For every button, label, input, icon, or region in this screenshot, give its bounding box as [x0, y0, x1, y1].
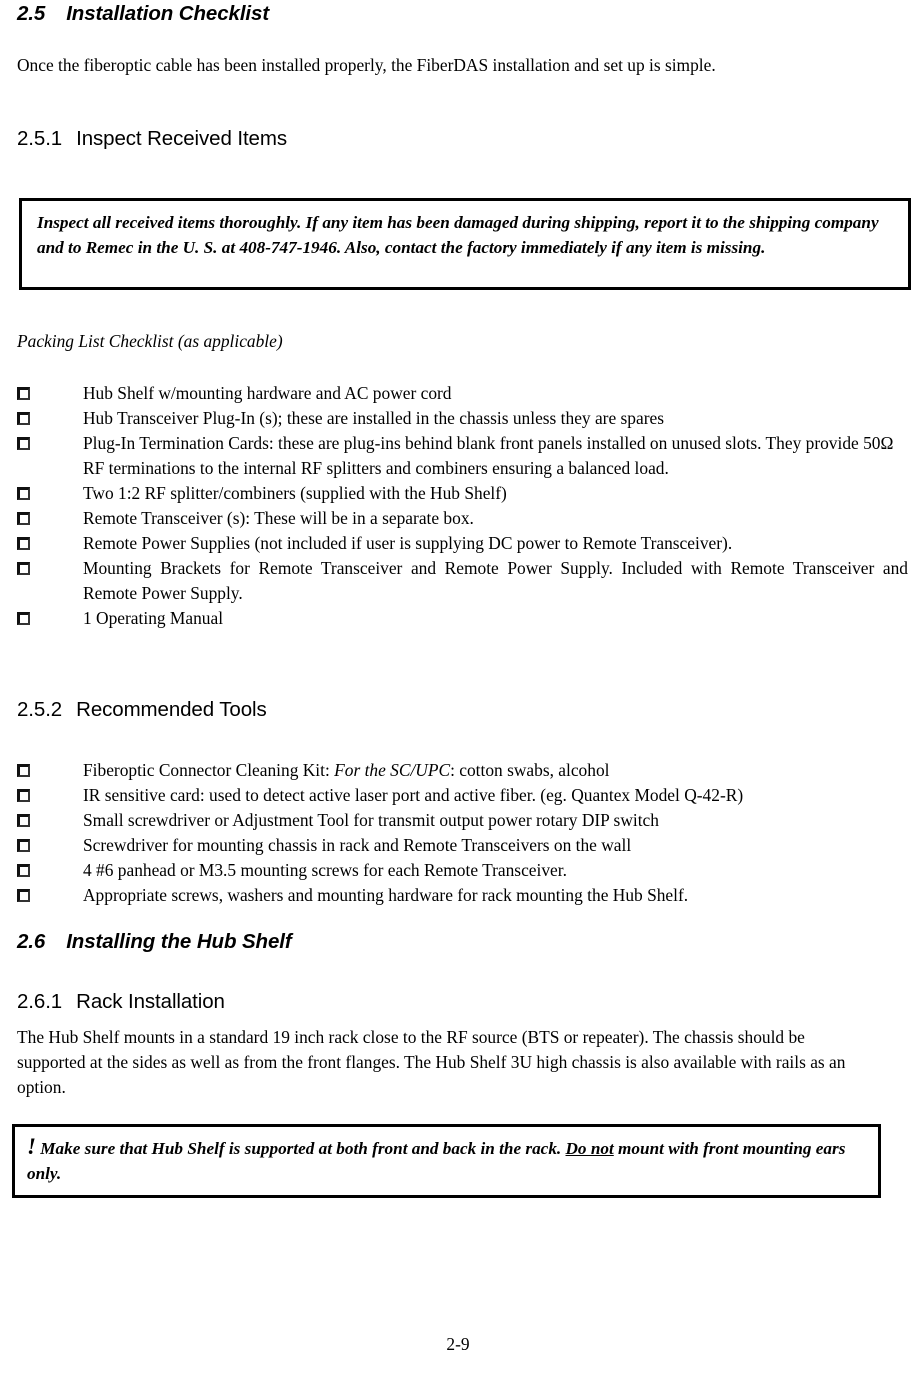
- tool-prefix: Fiberoptic Connector Cleaning Kit:: [83, 760, 335, 780]
- list-item-label: Small screwdriver or Adjustment Tool for…: [83, 810, 659, 830]
- checkbox-icon[interactable]: [17, 758, 34, 783]
- recommended-tools-checklist: Fiberoptic Connector Cleaning Kit: For t…: [17, 758, 908, 908]
- heading-2-6-1-number: 2.6.1: [17, 990, 63, 1013]
- list-item-label: 4 #6 panhead or M3.5 mounting screws for…: [83, 860, 567, 880]
- checkbox-icon[interactable]: [17, 606, 34, 631]
- heading-2-6-1: 2.6.1 Rack Installation: [17, 990, 225, 1014]
- rack-warning-box: ! Make sure that Hub Shelf is supported …: [12, 1124, 881, 1198]
- rack-warning-text: ! Make sure that Hub Shelf is supported …: [27, 1134, 863, 1186]
- checkbox-icon[interactable]: [17, 481, 34, 506]
- rack-warning-emphasis: Do not: [565, 1139, 614, 1158]
- checkbox-icon[interactable]: [17, 783, 34, 808]
- heading-2-5-2: 2.5.2 Recommended Tools: [17, 698, 267, 722]
- list-item-label: 1 Operating Manual: [83, 608, 224, 628]
- inspect-notice-text: Inspect all received items thoroughly. I…: [37, 213, 879, 257]
- list-item-label: Mounting Brackets for Remote Transceiver…: [83, 558, 908, 603]
- checkbox-icon[interactable]: [17, 808, 34, 833]
- list-item-label: Remote Power Supplies (not included if u…: [83, 533, 733, 553]
- list-item: Two 1:2 RF splitter/combiners (supplied …: [17, 481, 908, 506]
- list-item-label: Hub Transceiver Plug-In (s); these are i…: [83, 408, 664, 428]
- list-item-label: Fiberoptic Connector Cleaning Kit: For t…: [83, 758, 908, 783]
- list-item-label: IR sensitive card: used to detect active…: [83, 785, 744, 805]
- list-item: Plug-In Termination Cards: these are plu…: [17, 431, 908, 481]
- checkbox-icon[interactable]: [17, 858, 34, 883]
- page-footer: 2-9: [446, 1334, 470, 1354]
- list-item: IR sensitive card: used to detect active…: [17, 783, 908, 808]
- list-item-label: Two 1:2 RF splitter/combiners (supplied …: [83, 483, 507, 503]
- heading-2-6-number: 2.6: [17, 930, 46, 953]
- heading-2-6-1-title: Rack Installation: [76, 990, 225, 1013]
- list-item-label: Hub Shelf w/mounting hardware and AC pow…: [83, 383, 452, 403]
- heading-2-5: 2.5 Installation Checklist: [17, 2, 269, 26]
- intro-paragraph: Once the fiberoptic cable has been insta…: [17, 55, 716, 75]
- tool-suffix: : cotton swabs, alcohol: [450, 760, 610, 780]
- heading-2-5-number: 2.5: [17, 2, 46, 25]
- checkbox-icon[interactable]: [17, 531, 34, 556]
- checkbox-icon[interactable]: [17, 431, 34, 456]
- list-item: Appropriate screws, washers and mounting…: [17, 883, 908, 908]
- checkbox-icon[interactable]: [17, 506, 34, 531]
- heading-2-5-2-number: 2.5.2: [17, 698, 63, 721]
- list-item: 4 #6 panhead or M3.5 mounting screws for…: [17, 858, 908, 883]
- checkbox-icon[interactable]: [17, 833, 34, 858]
- list-item: Remote Transceiver (s): These will be in…: [17, 506, 908, 531]
- packing-list-checklist: Hub Shelf w/mounting hardware and AC pow…: [17, 381, 908, 631]
- heading-2-5-title: Installation Checklist: [66, 2, 270, 25]
- list-item: Screwdriver for mounting chassis in rack…: [17, 833, 908, 858]
- heading-2-6-title: Installing the Hub Shelf: [66, 930, 292, 953]
- tool-italic-emphasis: For the SC/UPC: [334, 760, 451, 780]
- list-item-label: Screwdriver for mounting chassis in rack…: [83, 835, 632, 855]
- list-item: Fiberoptic Connector Cleaning Kit: For t…: [17, 758, 908, 783]
- list-item: Mounting Brackets for Remote Transceiver…: [17, 556, 908, 606]
- checkbox-icon[interactable]: [17, 406, 34, 431]
- inspect-notice-box: Inspect all received items thoroughly. I…: [19, 198, 911, 290]
- checkbox-icon[interactable]: [17, 883, 34, 908]
- list-item-label: Appropriate screws, washers and mounting…: [83, 885, 689, 905]
- list-item: Small screwdriver or Adjustment Tool for…: [17, 808, 908, 833]
- list-item-label: Remote Transceiver (s): These will be in…: [83, 508, 474, 528]
- heading-2-5-1-title: Inspect Received Items: [76, 127, 287, 150]
- rack-installation-body: The Hub Shelf mounts in a standard 19 in…: [17, 1027, 846, 1097]
- heading-2-5-1-number: 2.5.1: [17, 127, 63, 150]
- list-item-label: Plug-In Termination Cards: these are plu…: [83, 433, 894, 478]
- heading-2-6: 2.6 Installing the Hub Shelf: [17, 930, 292, 954]
- packing-list-caption: Packing List Checklist (as applicable): [17, 331, 283, 351]
- list-item: Hub Shelf w/mounting hardware and AC pow…: [17, 381, 908, 406]
- document-page: 2.5 Installation Checklist Once the fiber…: [0, 0, 916, 1377]
- list-item: Hub Transceiver Plug-In (s); these are i…: [17, 406, 908, 431]
- exclamation-icon: !: [27, 1134, 36, 1159]
- heading-2-5-2-title: Recommended Tools: [76, 698, 267, 721]
- checkbox-icon[interactable]: [17, 556, 34, 581]
- list-item: 1 Operating Manual: [17, 606, 908, 631]
- list-item: Remote Power Supplies (not included if u…: [17, 531, 908, 556]
- heading-2-5-1: 2.5.1 Inspect Received Items: [17, 127, 287, 151]
- rack-warning-before: Make sure that Hub Shelf is supported at…: [35, 1139, 566, 1158]
- checkbox-icon[interactable]: [17, 381, 34, 406]
